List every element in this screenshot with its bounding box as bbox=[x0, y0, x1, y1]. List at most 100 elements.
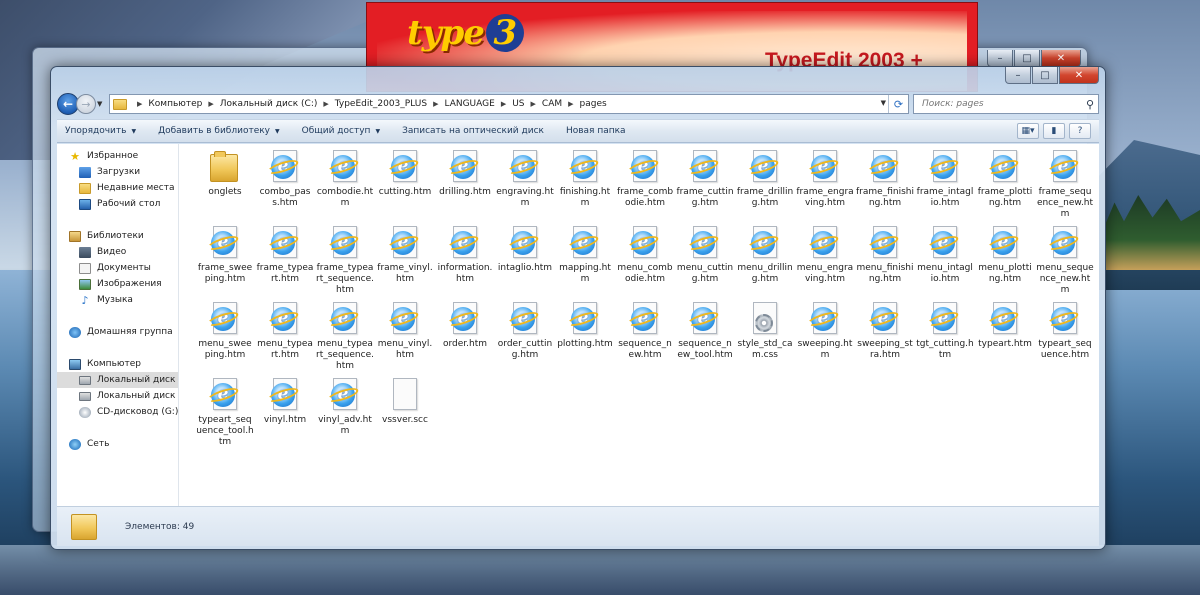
file-item[interactable]: style_std_cam.css bbox=[735, 302, 795, 378]
file-item[interactable]: e sweeping.htm bbox=[795, 302, 855, 378]
organize-button[interactable]: Упорядочить ▼ bbox=[65, 126, 136, 136]
file-item[interactable]: e frame_plotting.htm bbox=[975, 150, 1035, 226]
nav-drive-c[interactable]: Локальный диск (C bbox=[57, 372, 178, 388]
file-item[interactable]: e tgt_cutting.htm bbox=[915, 302, 975, 378]
maximize-button[interactable]: □ bbox=[1032, 67, 1058, 84]
nav-music[interactable]: ♪ Музыка bbox=[57, 292, 178, 308]
nav-homegroup[interactable]: Домашняя группа bbox=[57, 324, 178, 340]
file-item[interactable]: e frame_vinyl.htm bbox=[375, 226, 435, 302]
file-item[interactable]: e menu_typeart.htm bbox=[255, 302, 315, 378]
file-item[interactable]: e typeart.htm bbox=[975, 302, 1035, 378]
file-item[interactable]: e vinyl.htm bbox=[255, 378, 315, 454]
minimize-icon[interactable]: – bbox=[987, 50, 1013, 67]
file-item[interactable]: e frame_intaglio.htm bbox=[915, 150, 975, 226]
file-item[interactable]: e frame_typeart.htm bbox=[255, 226, 315, 302]
file-item[interactable]: e frame_drilling.htm bbox=[735, 150, 795, 226]
file-item[interactable]: e typeart_sequence.htm bbox=[1035, 302, 1095, 378]
nav-libraries[interactable]: Библиотеки bbox=[57, 228, 178, 244]
file-item[interactable]: e sequence_new_tool.htm bbox=[675, 302, 735, 378]
file-item[interactable]: e combo_pass.htm bbox=[255, 150, 315, 226]
file-item[interactable]: e mapping.htm bbox=[555, 226, 615, 302]
new-folder-button[interactable]: Новая папка bbox=[566, 126, 626, 136]
minimize-button[interactable]: – bbox=[1005, 67, 1031, 84]
nav-drive-d[interactable]: Локальный диск (D bbox=[57, 388, 178, 404]
chevron-right-icon[interactable]: ▶ bbox=[501, 100, 506, 108]
breadcrumb-item[interactable]: pages bbox=[580, 99, 607, 109]
file-item[interactable]: e menu_sweeping.htm bbox=[195, 302, 255, 378]
file-item[interactable]: e vinyl_adv.htm bbox=[315, 378, 375, 454]
address-dropdown-icon[interactable]: ▼ bbox=[881, 99, 886, 107]
nav-recent-places[interactable]: Недавние места bbox=[57, 180, 178, 196]
file-item[interactable]: e cutting.htm bbox=[375, 150, 435, 226]
file-item[interactable]: e plotting.htm bbox=[555, 302, 615, 378]
file-item[interactable]: e intaglio.htm bbox=[495, 226, 555, 302]
view-options-button[interactable]: ▦▾ bbox=[1017, 123, 1039, 139]
file-item[interactable]: e menu_vinyl.htm bbox=[375, 302, 435, 378]
nav-downloads[interactable]: Загрузки bbox=[57, 164, 178, 180]
breadcrumb-item[interactable]: CAM bbox=[542, 99, 562, 109]
file-item[interactable]: e information.htm bbox=[435, 226, 495, 302]
search-icon[interactable]: ⚲ bbox=[1086, 98, 1094, 111]
breadcrumb-item[interactable]: Локальный диск (C:) bbox=[220, 99, 318, 109]
file-item[interactable]: e menu_typeart_sequence.htm bbox=[315, 302, 375, 378]
file-item[interactable]: e menu_engraving.htm bbox=[795, 226, 855, 302]
file-item[interactable]: e order_cutting.htm bbox=[495, 302, 555, 378]
nav-computer[interactable]: Компьютер bbox=[57, 356, 178, 372]
nav-network[interactable]: Сеть bbox=[57, 436, 178, 452]
forward-button[interactable]: → bbox=[76, 94, 96, 114]
history-dropdown-button[interactable]: ▼ bbox=[97, 100, 105, 108]
file-item[interactable]: e frame_combodie.htm bbox=[615, 150, 675, 226]
breadcrumb-item[interactable]: LANGUAGE bbox=[444, 99, 494, 109]
file-item[interactable]: e frame_finishing.htm bbox=[855, 150, 915, 226]
file-item[interactable]: e engraving.htm bbox=[495, 150, 555, 226]
nav-video[interactable]: Видео bbox=[57, 244, 178, 260]
file-item[interactable]: e menu_intaglio.htm bbox=[915, 226, 975, 302]
file-item[interactable]: e combodie.htm bbox=[315, 150, 375, 226]
file-item[interactable]: e menu_plotting.htm bbox=[975, 226, 1035, 302]
refresh-button[interactable]: ⟳ bbox=[888, 95, 908, 113]
file-item[interactable]: e frame_sweeping.htm bbox=[195, 226, 255, 302]
file-item[interactable]: e frame_cutting.htm bbox=[675, 150, 735, 226]
help-button[interactable]: ? bbox=[1069, 123, 1091, 139]
file-item[interactable]: e frame_engraving.htm bbox=[795, 150, 855, 226]
chevron-right-icon[interactable]: ▶ bbox=[568, 100, 573, 108]
nav-desktop[interactable]: Рабочий стол bbox=[57, 196, 178, 212]
explorer-window[interactable]: – □ ✕ ← → ▼ ▶ Компьютер ▶ Локальный диск… bbox=[50, 66, 1106, 550]
file-item[interactable]: e menu_finishing.htm bbox=[855, 226, 915, 302]
nav-favorites[interactable]: ★ Избранное bbox=[57, 148, 178, 164]
file-item[interactable]: e sequence_new.htm bbox=[615, 302, 675, 378]
chevron-right-icon[interactable]: ▶ bbox=[531, 100, 536, 108]
address-bar[interactable]: ▶ Компьютер ▶ Локальный диск (C:) ▶ Type… bbox=[109, 94, 909, 114]
burn-button[interactable]: Записать на оптический диск bbox=[402, 126, 544, 136]
add-to-library-button[interactable]: Добавить в библиотеку ▼ bbox=[158, 126, 280, 136]
breadcrumb-item[interactable]: US bbox=[512, 99, 524, 109]
file-item[interactable]: e menu_cutting.htm bbox=[675, 226, 735, 302]
file-item[interactable]: e menu_sequence_new.htm bbox=[1035, 226, 1095, 302]
file-item[interactable]: e menu_combodie.htm bbox=[615, 226, 675, 302]
nav-drive-g[interactable]: CD-дисковод (G:) bbox=[57, 404, 178, 420]
breadcrumb-item[interactable]: Компьютер bbox=[148, 99, 202, 109]
preview-pane-button[interactable]: ▮ bbox=[1043, 123, 1065, 139]
share-button[interactable]: Общий доступ ▼ bbox=[302, 126, 380, 136]
chevron-right-icon[interactable]: ▶ bbox=[433, 100, 438, 108]
file-item[interactable]: e finishing.htm bbox=[555, 150, 615, 226]
file-item[interactable]: e drilling.htm bbox=[435, 150, 495, 226]
nav-documents[interactable]: Документы bbox=[57, 260, 178, 276]
file-item[interactable]: e sweeping_stra.htm bbox=[855, 302, 915, 378]
file-item[interactable]: e frame_sequence_new.htm bbox=[1035, 150, 1095, 226]
chevron-right-icon[interactable]: ▶ bbox=[323, 100, 328, 108]
ie-document-icon: e bbox=[326, 378, 361, 412]
file-item[interactable]: e order.htm bbox=[435, 302, 495, 378]
file-item[interactable]: e typeart_sequence_tool.htm bbox=[195, 378, 255, 454]
file-item[interactable]: e frame_typeart_sequence.htm bbox=[315, 226, 375, 302]
search-input[interactable] bbox=[920, 98, 1080, 110]
close-icon[interactable]: ✕ bbox=[1041, 50, 1081, 67]
file-item[interactable]: onglets bbox=[195, 150, 255, 226]
file-item[interactable]: vssver.scc bbox=[375, 378, 435, 454]
maximize-icon[interactable]: □ bbox=[1014, 50, 1040, 67]
breadcrumb-item[interactable]: TypeEdit_2003_PLUS bbox=[335, 99, 427, 109]
nav-images[interactable]: Изображения bbox=[57, 276, 178, 292]
file-item[interactable]: e menu_drilling.htm bbox=[735, 226, 795, 302]
chevron-right-icon[interactable]: ▶ bbox=[208, 100, 213, 108]
close-button[interactable]: ✕ bbox=[1059, 67, 1099, 84]
